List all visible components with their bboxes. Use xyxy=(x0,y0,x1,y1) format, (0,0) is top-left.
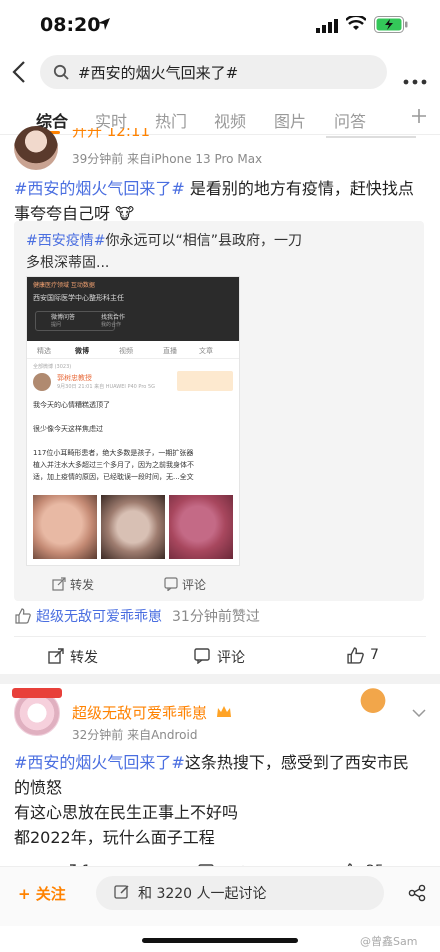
screenshot-doctor-avatar xyxy=(33,373,51,391)
post2-line1: 这条热搜下，感受到了西安市民 xyxy=(184,753,409,772)
screenshot-count: 全部微博 (3023) xyxy=(33,364,72,370)
follow-button[interactable]: + 关注 xyxy=(18,883,66,904)
tab-images[interactable]: 图片 xyxy=(274,108,306,132)
chevron-down-icon[interactable] xyxy=(412,702,426,721)
more-icon[interactable] xyxy=(403,70,427,89)
patient-photo-3 xyxy=(169,495,233,559)
screenshot-collab-sub: 我的合作 xyxy=(101,322,122,328)
back-icon[interactable] xyxy=(12,60,26,88)
screenshot-consult-sub: 提问 xyxy=(51,322,62,328)
wifi-icon xyxy=(345,14,367,36)
repost-text-line2: 多根深蒂固... xyxy=(26,255,110,271)
autumn-card-decoration xyxy=(340,688,400,724)
screenshot-body: 我今天的心情糟糕透顶了 很少像今天这样焦虑过 117位小耳畸形患者，绝大多数是孩… xyxy=(33,401,194,481)
post2-line3: 都2022年，玩什么面子工程 xyxy=(14,828,215,847)
post1-author[interactable]: 开开 12:11 xyxy=(72,128,150,138)
post2-line1b: 的愤怒 xyxy=(14,778,63,797)
post1-like-icon[interactable] xyxy=(347,647,364,668)
patient-photo-2 xyxy=(101,495,165,559)
repost-card-comment[interactable]: 评论 xyxy=(182,576,206,593)
watermark: @曾鑫Sam xyxy=(360,935,418,948)
repost-card-comment-icon[interactable] xyxy=(164,576,178,595)
screenshot-doctor-meta: 9月30日 21:01 来自 HUAWEI P40 Pro 5G xyxy=(57,384,155,390)
thumb-up-icon xyxy=(15,608,31,628)
post1-actions-divider xyxy=(14,636,426,637)
location-arrow-icon xyxy=(97,16,111,35)
post1-body: #西安的烟火气回来了# 是看别的地方有疫情，赶快找点事夸夸自己呀 🐮 xyxy=(14,176,426,226)
share-icon[interactable] xyxy=(408,884,426,906)
post2-hashtag[interactable]: #西安的烟火气回来了# xyxy=(14,753,185,772)
repost-card-forward-icon[interactable] xyxy=(52,576,66,595)
post1-header-decoration xyxy=(326,126,416,138)
screenshot-consult: 微博问答 xyxy=(51,314,76,321)
repost-card-forward[interactable]: 转发 xyxy=(70,576,94,593)
liked-by-user[interactable]: 超级无敌可爱乖乖崽 xyxy=(36,606,162,626)
post1-hashtag[interactable]: #西安的烟火气回来了# xyxy=(14,179,185,198)
screenshot-banner: 健康医疗领域 互动数据 xyxy=(33,282,95,289)
post1-comment-icon[interactable] xyxy=(194,648,210,668)
post1-forward-icon[interactable] xyxy=(48,648,64,668)
post1-meta: 39分钟前 来自iPhone 13 Pro Max xyxy=(72,152,263,166)
status-bar: 08:20 xyxy=(0,0,440,50)
screenshot-doctor: 郭树忠教授 xyxy=(57,374,92,382)
battery-charging-icon xyxy=(374,16,408,37)
search-icon xyxy=(53,64,69,84)
edit-icon xyxy=(114,884,130,904)
tab-video[interactable]: 视频 xyxy=(214,108,246,132)
status-time: 08:20 xyxy=(40,14,101,36)
add-tab-icon[interactable] xyxy=(411,108,427,128)
discuss-placeholder[interactable]: 和 3220 人一起讨论 xyxy=(138,883,267,903)
liked-by-meta: 31分钟前赞过 xyxy=(172,609,260,625)
screenshot-tabs: 精选 微博 视频 直播 文章 xyxy=(27,343,239,359)
screenshot-collab: 找我合作 xyxy=(101,314,126,321)
post2-line2: 有这心思放在民生正事上不好吗 xyxy=(14,803,239,822)
repost-image[interactable]: 健康医疗领域 互动数据 西安国际医学中心整形科主任 微博问答 提问 找我合作 我… xyxy=(26,276,240,566)
home-indicator xyxy=(142,938,298,943)
post1-like-count[interactable]: 7 xyxy=(370,647,379,663)
screenshot-org: 西安国际医学中心整形科主任 xyxy=(33,294,124,302)
post2-meta: 32分钟前 来自Android xyxy=(72,728,198,742)
post1-avatar[interactable] xyxy=(14,126,58,170)
repost-hashtag[interactable]: #西安疫情# xyxy=(26,233,105,249)
repost-text: #西安疫情#你永远可以“相信”县政府，一刀 多根深蒂固... xyxy=(26,230,418,274)
tab-hot[interactable]: 热门 xyxy=(155,108,187,132)
avatar-frame-badge xyxy=(12,688,62,698)
post1-comment[interactable]: 评论 xyxy=(217,647,245,667)
search-query[interactable]: #西安的烟火气回来了# xyxy=(78,62,238,83)
screenshot-badge xyxy=(177,371,233,391)
post-separator xyxy=(0,674,440,684)
vip-crown-icon xyxy=(216,704,232,723)
post2-body: #西安的烟火气回来了#这条热搜下，感受到了西安市民 的愤怒 有这心思放在民生正事… xyxy=(14,750,426,850)
post2-author[interactable]: 超级无敌可爱乖乖崽 xyxy=(72,702,207,723)
signal-icon xyxy=(316,18,338,37)
patient-photo-1 xyxy=(33,495,97,559)
post1-forward[interactable]: 转发 xyxy=(70,647,98,667)
repost-text-line1: 你永远可以“相信”县政府，一刀 xyxy=(105,233,302,249)
